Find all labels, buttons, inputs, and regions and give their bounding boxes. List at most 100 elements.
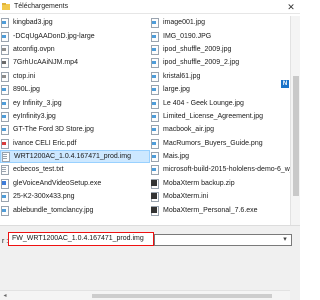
image-file-icon xyxy=(150,58,159,69)
image-file-icon xyxy=(150,18,159,29)
video-file-icon xyxy=(0,58,9,69)
file-item[interactable]: ipod_shuffle_2009_2.jpg xyxy=(150,56,300,69)
file-item[interactable]: kingbad3.jpg xyxy=(0,16,150,29)
mobaxterm-file-icon xyxy=(150,205,159,216)
file-item[interactable]: -DCqUgAADonD.jpg-large xyxy=(0,29,150,42)
file-name: atconfig.ovpn xyxy=(13,45,55,53)
file-name: large.jpg xyxy=(163,86,190,94)
file-name: 7GrhUcAAiNJM.mp4 xyxy=(13,59,78,67)
file-item[interactable]: 25-K2-300x433.png xyxy=(0,190,150,203)
file-item[interactable]: WRT1200AC_1.0.4.167471_prod.img xyxy=(0,149,150,164)
exe-file-icon xyxy=(0,178,9,189)
file-name: kingbad3.jpg xyxy=(13,19,53,27)
file-name: ey Infinity_3.jpg xyxy=(13,99,62,107)
file-item[interactable]: Limited_License_Agreement.jpg xyxy=(150,110,300,123)
note-app-icon[interactable]: N xyxy=(281,80,289,88)
file-name: microsoft-build-2015-hololens-demo-6_w_6… xyxy=(163,166,300,174)
close-button[interactable]: ✕ xyxy=(284,1,298,13)
file-item[interactable]: eyInfinity3.jpg xyxy=(0,110,150,123)
file-name: eyInfinity3.jpg xyxy=(13,112,56,120)
horizontal-scrollbar[interactable]: ◂ xyxy=(0,290,290,300)
file-item[interactable]: ey Infinity_3.jpg xyxy=(0,96,150,109)
file-item[interactable]: ivance CELI Eric.pdf xyxy=(0,137,150,150)
file-name: ipod_shuffle_2009_2.jpg xyxy=(163,59,240,67)
image-file-icon xyxy=(0,192,9,203)
config-file-icon xyxy=(0,44,9,55)
file-name: ablebundle_tomclancy.jpg xyxy=(13,206,94,214)
file-name: MobaXterm.ini xyxy=(163,193,209,201)
file-item[interactable]: ipod_shuffle_2009.jpg xyxy=(150,43,300,56)
file-name-dropdown[interactable]: ▾ xyxy=(154,234,292,246)
file-name: Mais.jpg xyxy=(163,153,190,161)
mobaxterm-file-icon xyxy=(150,178,159,189)
file-name: gleVoiceAndVideoSetup.exe xyxy=(13,179,102,187)
image-file-icon xyxy=(0,205,9,216)
document-file-icon xyxy=(1,152,10,163)
file-name: image001.jpg xyxy=(163,19,206,27)
image-file-icon xyxy=(0,85,9,96)
file-name: 890L.jpg xyxy=(13,86,40,94)
image-file-icon xyxy=(150,152,159,163)
file-column-2: image001.jpg IMG_0190.JPG ipod_shuffle_200… xyxy=(150,16,300,217)
image-file-icon xyxy=(150,125,159,136)
file-item[interactable]: GT-The Ford 3D Store.jpg xyxy=(0,123,150,136)
file-item[interactable]: 890L.jpg xyxy=(0,83,150,96)
image-file-icon xyxy=(150,85,159,96)
document-file-icon xyxy=(0,165,9,176)
config-file-icon xyxy=(0,71,9,82)
file-item[interactable]: atconfig.ovpn xyxy=(0,43,150,56)
chevron-down-icon[interactable]: ▾ xyxy=(280,235,290,245)
scroll-left-arrow[interactable]: ◂ xyxy=(1,291,9,300)
file-name: Le 404 - Geek Lounge.jpg xyxy=(163,99,244,107)
file-item[interactable]: ablebundle_tomclancy.jpg xyxy=(0,203,150,216)
file-item[interactable]: MobaXterm backup.zip xyxy=(150,177,300,190)
folder-icon xyxy=(2,3,10,10)
image-file-icon xyxy=(150,111,159,122)
image-file-icon xyxy=(150,138,159,149)
file-item[interactable]: MacRumors_Buyers_Guide.png xyxy=(150,137,300,150)
file-item[interactable]: gleVoiceAndVideoSetup.exe xyxy=(0,177,150,190)
file-item[interactable]: image001.jpg xyxy=(150,16,300,29)
file-item[interactable]: kristal61.jpg xyxy=(150,70,300,83)
file-name: MacRumors_Buyers_Guide.png xyxy=(163,139,263,147)
image-file-icon xyxy=(150,71,159,82)
image-file-icon xyxy=(150,98,159,109)
file-item[interactable]: IMG_0190.JPG xyxy=(150,29,300,42)
file-item[interactable]: MobaXterm.ini xyxy=(150,190,300,203)
horizontal-scroll-thumb[interactable] xyxy=(92,294,272,298)
window-title: Téléchargements xyxy=(14,3,69,10)
file-item[interactable]: Le 404 - Geek Lounge.jpg xyxy=(150,96,300,109)
file-name: ecbecos_test.txt xyxy=(13,166,64,174)
image-file-icon xyxy=(150,44,159,55)
file-name: WRT1200AC_1.0.4.167471_prod.img xyxy=(14,153,132,161)
image-file-icon xyxy=(0,111,9,122)
file-name: IMG_0190.JPG xyxy=(163,32,212,40)
file-name: Limited_License_Agreement.jpg xyxy=(163,112,264,120)
file-name-input[interactable]: FW_WRT1200AC_1.0.4.167471_prod.img xyxy=(8,232,154,246)
file-name: ipod_shuffle_2009.jpg xyxy=(163,45,232,53)
file-item[interactable]: large.jpg xyxy=(150,83,300,96)
file-item[interactable]: macbook_air.jpg xyxy=(150,123,300,136)
file-item[interactable]: ctop.ini xyxy=(0,70,150,83)
file-item[interactable]: MobaXterm_Personal_7.6.exe xyxy=(150,203,300,216)
file-name: GT-The Ford 3D Store.jpg xyxy=(13,126,94,134)
image-file-icon xyxy=(150,31,159,42)
file-name: macbook_air.jpg xyxy=(163,126,214,134)
file-item[interactable]: ecbecos_test.txt xyxy=(0,163,150,176)
file-name: ctop.ini xyxy=(13,72,36,80)
file-column-1: kingbad3.jpg -DCqUgAADonD.jpg-large atconf… xyxy=(0,16,150,217)
file-name: -DCqUgAADonD.jpg-large xyxy=(13,32,95,40)
mobaxterm-file-icon xyxy=(150,192,159,203)
image-file-icon xyxy=(150,165,159,176)
image-file-icon xyxy=(0,98,9,109)
file-name: MobaXterm_Personal_7.6.exe xyxy=(163,206,258,214)
file-item[interactable]: Mais.jpg xyxy=(150,150,300,163)
image-file-icon xyxy=(0,125,9,136)
file-name: MobaXterm backup.zip xyxy=(163,179,235,187)
file-name: ivance CELI Eric.pdf xyxy=(13,139,77,147)
file-name: kristal61.jpg xyxy=(163,72,201,80)
file-item[interactable]: microsoft-build-2015-hololens-demo-6_w_6… xyxy=(150,163,300,176)
file-item[interactable]: 7GrhUcAAiNJM.mp4 xyxy=(0,56,150,69)
image-file-icon xyxy=(0,18,9,29)
vertical-scroll-thumb[interactable] xyxy=(293,76,299,196)
